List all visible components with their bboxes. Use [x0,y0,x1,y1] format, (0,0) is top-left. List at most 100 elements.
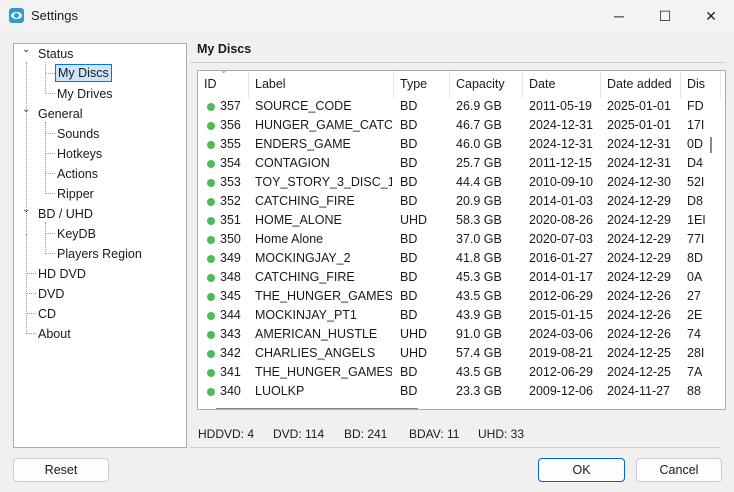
tree-item-my-discs[interactable]: My Discs [55,64,112,82]
tree-item-my-drives[interactable]: My Drives [57,85,113,103]
cell-capacity: 44.4 GB [456,175,502,189]
tree-item-general[interactable]: General [38,105,82,123]
cell-label: Home Alone [255,232,324,246]
table-row[interactable]: 353 TOY_STORY_3_DISC_1 BD 44.4 GB 2010-09-10… [198,173,708,192]
tree-item-ripper[interactable]: Ripper [57,185,94,203]
cell-date-added: 2024-12-30 [607,175,671,189]
vertical-scrollbar[interactable] [710,137,712,153]
cell-date: 2020-08-26 [529,213,593,227]
cell-type: BD [400,384,418,398]
tree-item-actions[interactable]: Actions [57,165,98,183]
cell-id: 351 [220,213,241,227]
close-button[interactable]: ✕ [688,0,734,32]
cell-id: 348 [220,270,241,284]
cell-id: 352 [220,194,241,208]
column-header-type[interactable]: Type [394,71,450,98]
column-header-date-added[interactable]: Date added [601,71,681,98]
cell-type: BD [400,232,418,246]
status-dot-icon [207,312,215,320]
tree-item-cd[interactable]: CD [38,305,56,323]
horizontal-scrollbar[interactable] [216,408,418,409]
discs-table: ID Label Type Capacity Date Date added Dis ⌄ 3… [197,70,726,410]
cell-capacity: 41.8 GB [456,251,502,265]
cell-id: 342 [220,346,241,360]
cell-type: BD [400,156,418,170]
tree-item-status[interactable]: Status [38,45,73,63]
table-row[interactable]: 349 MOCKINGJAY_2 BD 41.8 GB 2016-01-27 2024-1… [198,249,708,268]
cell-date: 2016-01-27 [529,251,593,265]
table-row[interactable]: 356 HUNGER_GAME_CATC... BD 46.7 GB 2024-12-3… [198,116,708,135]
cell-date: 2012-06-29 [529,289,593,303]
tree-item-about[interactable]: About [38,325,71,343]
cell-dis: 77I [687,232,705,246]
status-dot-icon [207,198,215,206]
cell-dis: 8D [687,251,703,265]
ok-button[interactable]: OK [538,458,625,482]
table-row[interactable]: 342 CHARLIES_ANGELS UHD 57.4 GB 2019-08-21 20… [198,344,708,363]
tree-item-keydb[interactable]: KeyDB [57,225,96,243]
status-dot-icon [207,293,215,301]
cell-dis: 28I [687,346,705,360]
cell-date-added: 2024-12-26 [607,289,671,303]
cell-dis: 7A [687,365,703,379]
cell-capacity: 25.7 GB [456,156,502,170]
table-row[interactable]: 351 HOME_ALONE UHD 58.3 GB 2020-08-26 2024-12… [198,211,708,230]
chevron-down-icon[interactable]: ⌄ [22,44,30,55]
tree-item-players-region[interactable]: Players Region [57,245,142,263]
cancel-button[interactable]: Cancel [636,458,722,482]
column-header-capacity[interactable]: Capacity [450,71,523,98]
status-dot-icon [207,274,215,282]
table-row[interactable]: 352 CATCHING_FIRE BD 20.9 GB 2014-01-03 2024-… [198,192,708,211]
cell-date-added: 2024-11-27 [607,384,671,398]
chevron-down-icon[interactable]: ⌄ [22,104,30,115]
table-row[interactable]: 340 LUOLKP BD 23.3 GB 2009-12-06 2024-11-27 88 [198,382,708,401]
cell-date-added: 2025-01-01 [607,118,671,132]
tree-item-hotkeys[interactable]: Hotkeys [57,145,102,163]
title-bar: Settings ─ ☐ ✕ [0,0,734,32]
cell-capacity: 58.3 GB [456,213,502,227]
cell-date-added: 2024-12-31 [607,156,671,170]
status-dot-icon [207,388,215,396]
status-dot-icon [207,331,215,339]
tree-item-dvd[interactable]: DVD [38,285,64,303]
cell-label: LUOLKP [255,384,305,398]
cell-dis: FD [687,99,704,113]
column-header-dis[interactable]: Dis [681,71,721,98]
cell-dis: 88 [687,384,701,398]
minimize-button[interactable]: ─ [596,0,642,32]
cell-date-added: 2024-12-29 [607,194,671,208]
column-header-date[interactable]: Date [523,71,601,98]
table-row[interactable]: 355 ENDERS_GAME BD 46.0 GB 2024-12-31 2024-12… [198,135,708,154]
cell-date: 2015-01-15 [529,308,593,322]
reset-button[interactable]: Reset [13,458,109,482]
status-dot-icon [207,350,215,358]
table-row[interactable]: 354 CONTAGION BD 25.7 GB 2011-12-15 2024-12-3… [198,154,708,173]
cell-capacity: 91.0 GB [456,327,502,341]
table-row[interactable]: 343 AMERICAN_HUSTLE UHD 91.0 GB 2024-03-06 20… [198,325,708,344]
column-header-label[interactable]: Label [249,71,394,98]
table-row[interactable]: 341 THE_HUNGER_GAMES BD 43.5 GB 2012-06-29 20… [198,363,708,382]
cell-id: 349 [220,251,241,265]
cell-type: UHD [400,213,428,227]
table-row[interactable]: 348 CATCHING_FIRE BD 45.3 GB 2014-01-17 2024-… [198,268,708,287]
cell-date: 2024-03-06 [529,327,593,341]
chevron-down-icon[interactable]: ⌄ [22,204,30,215]
cell-capacity: 43.5 GB [456,365,502,379]
cell-date: 2014-01-17 [529,270,593,284]
table-row[interactable]: 350 Home Alone BD 37.0 GB 2020-07-03 2024-12-… [198,230,708,249]
cell-dis: 0D [687,137,703,151]
cell-dis: 0A [687,270,703,284]
maximize-button[interactable]: ☐ [642,0,688,32]
table-row[interactable]: 357 SOURCE_CODE BD 26.9 GB 2011-05-19 2025-01… [198,97,708,116]
cell-dis: 2E [687,308,703,322]
cell-dis: D8 [687,194,703,208]
tree-item-hd-dvd[interactable]: HD DVD [38,265,86,283]
cell-capacity: 20.9 GB [456,194,502,208]
table-row[interactable]: 345 THE_HUNGER_GAMES BD 43.5 GB 2012-06-29 20… [198,287,708,306]
tree-item-sounds[interactable]: Sounds [57,125,99,143]
status-dot-icon [207,236,215,244]
table-row[interactable]: 344 MOCKINJAY_PT1 BD 43.9 GB 2015-01-15 2024-… [198,306,708,325]
tree-item-bd-uhd[interactable]: BD / UHD [38,205,93,223]
cell-date: 2024-12-31 [529,118,593,132]
cell-capacity: 57.4 GB [456,346,502,360]
